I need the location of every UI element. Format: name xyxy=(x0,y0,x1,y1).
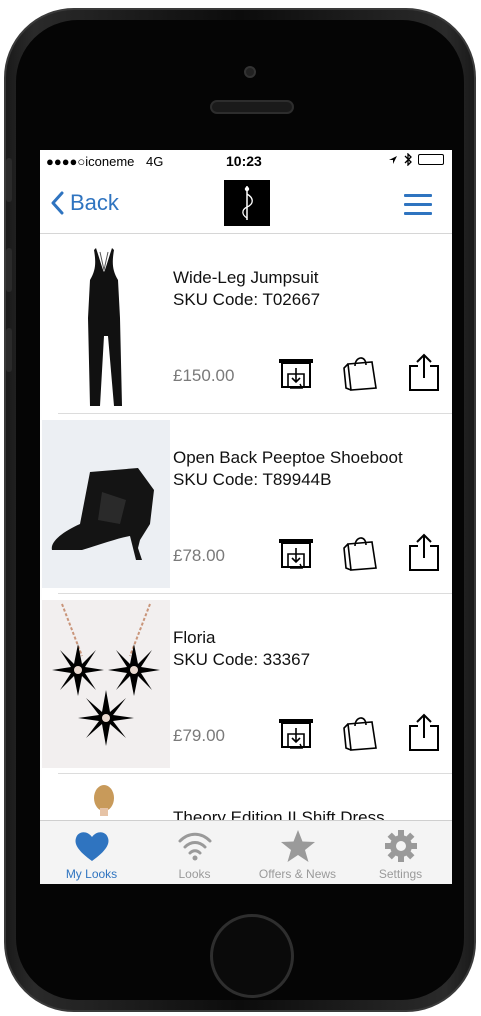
product-sku: SKU Code: T89944B xyxy=(173,470,332,489)
list-item[interactable]: Floria SKU Code: 33367 £79.00 xyxy=(40,594,452,774)
tab-my-looks[interactable]: My Looks xyxy=(40,821,143,884)
app-screen: ●●●●○iconeme 4G 10:23 Back Wide-Leg Jump… xyxy=(40,150,452,884)
volume-down-button xyxy=(6,328,12,372)
product-name: Open Back Peeptoe Shoeboot xyxy=(173,448,403,467)
jumpsuit-image xyxy=(88,248,122,406)
tab-label: My Looks xyxy=(65,867,118,881)
product-name: Floria xyxy=(173,628,216,647)
brand-logo-icon xyxy=(224,180,270,226)
necklace-image xyxy=(42,600,170,768)
list-item[interactable]: Open Back Peeptoe Shoeboot SKU Code: T89… xyxy=(40,414,452,594)
tab-settings[interactable]: Settings xyxy=(349,821,452,884)
store-locator-icon[interactable] xyxy=(276,532,316,572)
home-button[interactable] xyxy=(210,914,294,998)
tab-looks[interactable]: Looks xyxy=(143,821,246,884)
mute-switch xyxy=(6,158,12,202)
earpiece-speaker xyxy=(210,100,294,114)
shopping-bag-icon[interactable] xyxy=(342,532,382,572)
tab-label: Looks xyxy=(178,867,211,881)
product-list: Wide-Leg Jumpsuit SKU Code: T02667 £150.… xyxy=(40,234,452,884)
heart-icon xyxy=(75,832,108,861)
tab-label: Offers & News xyxy=(258,867,337,881)
battery-icon xyxy=(418,154,444,165)
shopping-bag-icon[interactable] xyxy=(342,352,382,392)
back-label: Back xyxy=(70,190,119,215)
product-name: Wide-Leg Jumpsuit xyxy=(173,268,319,287)
share-icon[interactable] xyxy=(404,352,444,392)
location-arrow-icon xyxy=(389,155,397,164)
bluetooth-icon xyxy=(404,153,412,166)
tab-label: Settings xyxy=(378,867,423,881)
tab-bar: My Looks Looks Offers & News Settings xyxy=(40,820,452,884)
share-icon[interactable] xyxy=(404,712,444,752)
gear-icon xyxy=(384,830,417,862)
hamburger-menu-icon[interactable] xyxy=(404,194,432,221)
product-price: £79.00 xyxy=(173,726,225,745)
back-button[interactable]: Back xyxy=(50,190,119,216)
product-price: £150.00 xyxy=(173,366,235,385)
status-bar: ●●●●○iconeme 4G 10:23 xyxy=(40,150,452,172)
front-camera xyxy=(244,66,256,78)
carrier-label: ●●●●○iconeme xyxy=(46,154,135,169)
status-time: 10:23 xyxy=(226,153,262,169)
store-locator-icon[interactable] xyxy=(276,352,316,392)
product-sku: SKU Code: 33367 xyxy=(173,650,311,669)
product-price: £78.00 xyxy=(173,546,225,565)
star-icon xyxy=(280,830,315,862)
volume-up-button xyxy=(6,248,12,292)
list-item[interactable]: Wide-Leg Jumpsuit SKU Code: T02667 £150.… xyxy=(40,234,452,414)
product-sku: SKU Code: T02667 xyxy=(173,290,321,309)
share-icon[interactable] xyxy=(404,532,444,572)
shoeboot-image xyxy=(42,420,170,588)
store-locator-icon[interactable] xyxy=(276,712,316,752)
tab-offers-news[interactable]: Offers & News xyxy=(246,821,349,884)
chevron-left-icon xyxy=(51,191,64,215)
network-label: 4G xyxy=(146,154,164,169)
nav-bar: Back xyxy=(40,172,452,234)
shopping-bag-icon[interactable] xyxy=(342,712,382,752)
wifi-icon xyxy=(178,832,211,861)
